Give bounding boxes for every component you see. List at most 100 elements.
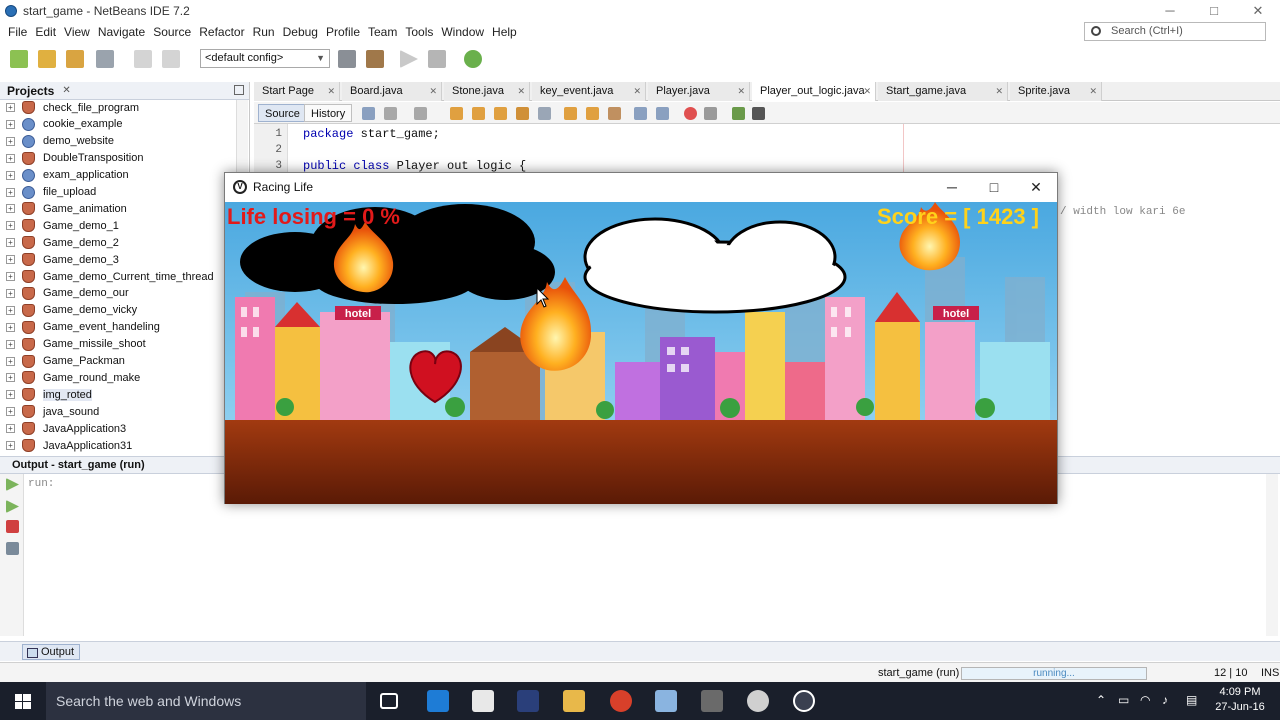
task-view-icon[interactable]: [380, 693, 398, 709]
undo-icon[interactable]: [134, 50, 152, 68]
project-tree-item[interactable]: + Game_demo_our: [0, 285, 129, 302]
redo-icon[interactable]: [162, 50, 180, 68]
menu-navigate[interactable]: Navigate: [94, 25, 149, 39]
taskbar-search-box[interactable]: Search the web and Windows: [46, 682, 366, 720]
editor-tab[interactable]: Start_game.java ✕: [878, 82, 1008, 101]
close-tab-icon[interactable]: ✕: [1089, 82, 1097, 100]
search-input[interactable]: Search (Ctrl+I): [1084, 22, 1266, 41]
editor-tab[interactable]: Start Page ✕: [254, 82, 340, 101]
find-next-icon[interactable]: [494, 107, 507, 120]
app-icon[interactable]: [517, 690, 539, 712]
expand-icon[interactable]: +: [6, 153, 15, 163]
chevron-up-icon[interactable]: ⌃: [1096, 693, 1106, 707]
netbeans-taskbar-icon[interactable]: [655, 690, 677, 712]
project-tree-item[interactable]: + Game_missile_shoot: [0, 336, 146, 353]
expand-icon[interactable]: +: [6, 424, 15, 434]
expand-icon[interactable]: +: [6, 288, 15, 298]
expand-icon[interactable]: +: [6, 322, 15, 332]
find-icon[interactable]: [450, 107, 463, 120]
expand-icon[interactable]: +: [6, 441, 15, 450]
network-icon[interactable]: ▭: [1118, 693, 1129, 707]
previous-bookmark-icon[interactable]: [564, 107, 577, 120]
menu-refactor[interactable]: Refactor: [195, 25, 248, 39]
menu-team[interactable]: Team: [364, 25, 401, 39]
last-edit-icon[interactable]: [362, 107, 375, 120]
clean-build-icon[interactable]: [366, 50, 384, 68]
expand-icon[interactable]: +: [6, 305, 15, 315]
project-tree-item[interactable]: + Game_demo_1: [0, 217, 119, 234]
game-canvas[interactable]: hotel hotel Life losing = 0 % Score = […: [225, 202, 1057, 504]
project-tree-item[interactable]: + exam_application: [0, 167, 129, 184]
close-tab-icon[interactable]: ✕: [995, 82, 1003, 100]
project-tree-item[interactable]: + Game_demo_3: [0, 251, 119, 268]
expand-icon[interactable]: +: [6, 407, 15, 417]
expand-icon[interactable]: +: [6, 187, 15, 197]
expand-icon[interactable]: +: [6, 103, 15, 112]
close-tab-icon[interactable]: ✕: [633, 82, 641, 100]
editor-tab[interactable]: Player_out_logic.java ✕: [752, 82, 876, 101]
project-tree-item[interactable]: + DoubleTransposition: [0, 150, 143, 167]
config-select[interactable]: <default config> ▼: [200, 49, 330, 68]
expand-icon[interactable]: +: [6, 221, 15, 231]
menu-view[interactable]: View: [60, 25, 94, 39]
settings-icon[interactable]: [6, 542, 19, 555]
close-button[interactable]: ✕: [1236, 0, 1280, 22]
history-tab-button[interactable]: History: [304, 104, 353, 122]
code-line-1[interactable]: package start_game;: [303, 127, 440, 141]
project-tree-item[interactable]: + JavaApplication3: [0, 420, 126, 437]
toggle-highlight-icon[interactable]: [516, 107, 529, 120]
code-line-3[interactable]: public class Player out logic {: [303, 159, 526, 173]
rerun-icon[interactable]: [6, 478, 19, 491]
project-tree-item[interactable]: + JavaApplication31: [0, 437, 132, 454]
menu-profile[interactable]: Profile: [322, 25, 364, 39]
project-tree-item[interactable]: + demo_website: [0, 133, 114, 150]
profile-icon[interactable]: [464, 50, 482, 68]
edge-icon[interactable]: [427, 690, 449, 712]
expand-icon[interactable]: +: [6, 170, 15, 180]
chrome-icon[interactable]: [610, 690, 632, 712]
menu-file[interactable]: File: [4, 25, 31, 39]
menu-edit[interactable]: Edit: [31, 25, 60, 39]
project-tree-item[interactable]: + check_file_program: [0, 99, 139, 116]
project-tree-item[interactable]: + Game_demo_vicky: [0, 302, 137, 319]
find-previous-icon[interactable]: [472, 107, 485, 120]
expand-icon[interactable]: +: [6, 272, 15, 281]
uncomment-icon[interactable]: [752, 107, 765, 120]
expand-icon[interactable]: +: [6, 390, 15, 400]
taskbar-clock[interactable]: 4:09 PM 27-Jun-16: [1212, 685, 1268, 715]
shift-left-icon[interactable]: [634, 107, 647, 120]
output-tab[interactable]: Output: [22, 644, 81, 660]
close-tab-icon[interactable]: ✕: [517, 82, 525, 100]
stop-icon[interactable]: [6, 520, 19, 533]
game-minimize-button[interactable]: ─: [931, 173, 973, 201]
save-all-icon[interactable]: [96, 50, 114, 68]
close-tab-icon[interactable]: ✕: [327, 82, 335, 100]
close-tab-icon[interactable]: ✕: [429, 82, 437, 100]
menu-debug[interactable]: Debug: [279, 25, 322, 39]
expand-icon[interactable]: +: [6, 255, 15, 265]
recorder-icon[interactable]: [747, 690, 769, 712]
source-tab-button[interactable]: Source: [258, 104, 307, 122]
minimize-panel-button[interactable]: [234, 85, 244, 95]
project-tree-item[interactable]: + Game_round_make: [0, 369, 140, 386]
open-project-icon[interactable]: [66, 50, 84, 68]
file-explorer-icon[interactable]: [563, 690, 585, 712]
game-maximize-button[interactable]: □: [973, 173, 1015, 201]
expand-icon[interactable]: +: [6, 238, 15, 248]
start-macro-icon[interactable]: [684, 107, 697, 120]
maximize-button[interactable]: □: [1192, 0, 1236, 22]
expand-icon[interactable]: +: [6, 136, 15, 146]
menu-help[interactable]: Help: [488, 25, 521, 39]
notification-icon[interactable]: ▤: [1186, 693, 1197, 707]
menu-tools[interactable]: Tools: [401, 25, 437, 39]
project-tree-item[interactable]: + Game_animation: [0, 200, 127, 217]
expand-icon[interactable]: +: [6, 339, 15, 349]
project-tree-item[interactable]: + Game_Packman: [0, 353, 125, 370]
project-tree-item[interactable]: + Game_demo_Current_time_thread: [0, 268, 214, 285]
editor-tab[interactable]: Sprite.java ✕: [1010, 82, 1102, 101]
minimize-button[interactable]: ─: [1148, 0, 1192, 22]
expand-icon[interactable]: +: [6, 356, 15, 366]
project-tree-item[interactable]: + cookie_example: [0, 116, 123, 133]
comment-icon[interactable]: [732, 107, 745, 120]
editor-tab[interactable]: key_event.java ✕: [532, 82, 646, 101]
